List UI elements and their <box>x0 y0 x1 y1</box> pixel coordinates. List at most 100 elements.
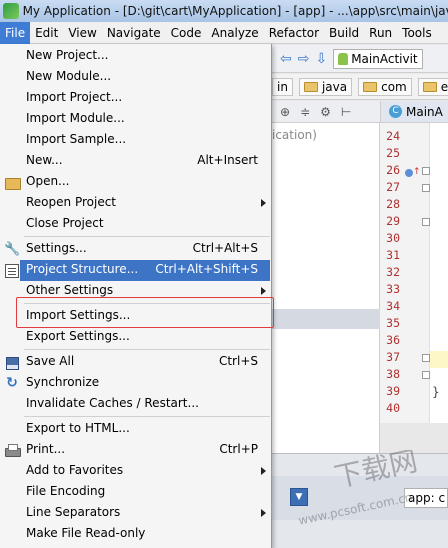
breadcrumb-label: java <box>321 79 348 94</box>
line-number: 35 <box>386 316 400 330</box>
line-number: 38 <box>386 367 400 381</box>
override-marker-icon[interactable] <box>405 169 413 177</box>
code-brace: } <box>432 385 440 399</box>
menu-item-label: Save All <box>26 354 75 368</box>
menu-file[interactable]: File <box>0 21 31 44</box>
line-number: 25 <box>386 146 400 160</box>
menu-item-save-all[interactable]: Save All Ctrl+S <box>0 352 270 373</box>
folder-open-icon <box>4 175 21 190</box>
menu-item-label: New... <box>26 153 63 167</box>
menu-view[interactable]: View <box>63 22 101 44</box>
menu-item-make-read-only[interactable]: Make File Read-only <box>0 524 270 545</box>
submenu-arrow-icon <box>261 467 266 475</box>
menu-item-label: Export to HTML... <box>26 421 130 435</box>
menu-item-export-settings[interactable]: Export Settings... <box>0 327 270 348</box>
fold-toggle-icon[interactable] <box>422 371 430 379</box>
forward-arrow-icon[interactable]: ⇨ <box>298 51 310 67</box>
menu-separator <box>24 416 270 417</box>
menu-item-close-project[interactable]: Close Project <box>0 214 270 235</box>
fold-toggle-icon[interactable] <box>422 354 430 362</box>
menu-item-synchronize[interactable]: ↻ Synchronize <box>0 373 270 394</box>
dropdown-icon[interactable]: ▼ <box>290 488 308 506</box>
line-number: 31 <box>386 248 400 262</box>
breadcrumb-item[interactable]: java <box>298 77 353 96</box>
menu-item-import-module[interactable]: Import Module... <box>0 109 270 130</box>
line-number: 27 <box>386 180 400 194</box>
menu-analyze[interactable]: Analyze <box>206 22 263 44</box>
menu-build[interactable]: Build <box>324 22 364 44</box>
callout-highlight-box <box>16 297 274 328</box>
file-menu-dropdown: New Project... New Module... Import Proj… <box>0 44 274 548</box>
run-config-select[interactable]: MainActivit <box>333 48 423 69</box>
menu-item-label: Print... <box>26 442 66 456</box>
menu-item-shortcut: Ctrl+Alt+S <box>192 241 258 255</box>
project-structure-icon <box>4 263 20 278</box>
menu-item-file-encoding[interactable]: File Encoding <box>0 482 270 503</box>
title-bar: My Application - [D:\git\cart\MyApplicat… <box>0 0 448 22</box>
line-number: 39 <box>386 384 400 398</box>
settings-icon[interactable]: ⚙ <box>320 105 331 119</box>
menu-item-add-to-favorites[interactable]: Add to Favorites <box>0 461 270 482</box>
android-studio-icon <box>3 3 19 19</box>
menu-run[interactable]: Run <box>364 22 397 44</box>
print-icon <box>4 443 21 458</box>
menu-item-settings[interactable]: 🔧 Settings... Ctrl+Alt+S <box>0 239 270 260</box>
menu-item-label: Settings... <box>26 241 87 255</box>
code-editor[interactable] <box>430 123 448 423</box>
android-icon <box>338 52 349 65</box>
menu-item-import-project[interactable]: Import Project... <box>0 88 270 109</box>
module-select[interactable]: app: c <box>404 488 448 508</box>
menu-bar: File Edit View Navigate Code Analyze Ref… <box>0 21 448 44</box>
line-number: 36 <box>386 333 400 347</box>
menu-item-label: Import Project... <box>26 90 123 104</box>
breadcrumb-item[interactable]: in <box>272 77 293 96</box>
menu-tools[interactable]: Tools <box>397 22 437 44</box>
menu-edit[interactable]: Edit <box>30 22 63 44</box>
selected-tree-row[interactable] <box>272 309 380 329</box>
menu-item-label: New Module... <box>26 69 112 83</box>
editor-tab-label[interactable]: MainA <box>406 105 443 119</box>
menu-item-new-module[interactable]: New Module... <box>0 67 270 88</box>
menu-item-import-sample[interactable]: Import Sample... <box>0 130 270 151</box>
menu-item-export-html[interactable]: Export to HTML... <box>0 419 270 440</box>
menu-refactor[interactable]: Refactor <box>264 22 324 44</box>
menu-item-label: Close Project <box>26 216 104 230</box>
menu-item-label: Invalidate Caches / Restart... <box>26 396 199 410</box>
hide-icon[interactable]: ⊢ <box>341 105 351 119</box>
fold-toggle-icon[interactable] <box>422 167 430 175</box>
collapse-icon[interactable]: ≑ <box>300 105 310 119</box>
breadcrumb: in java com exa <box>272 74 448 100</box>
breadcrumb-label: com <box>381 79 407 94</box>
fold-toggle-icon[interactable] <box>422 184 430 192</box>
folder-icon <box>422 81 437 92</box>
breadcrumb-label: in <box>277 79 288 94</box>
project-pane: ication) <box>272 123 380 453</box>
line-number: 28 <box>386 197 400 211</box>
menu-item-project-structure[interactable]: Project Structure... Ctrl+Alt+Shift+S <box>20 260 270 281</box>
menu-item-invalidate-caches[interactable]: Invalidate Caches / Restart... <box>0 394 270 415</box>
project-toolbar: ⊕ ≑ ⚙ ⊢ <box>272 101 380 123</box>
menu-item-reopen-project[interactable]: Reopen Project <box>0 193 270 214</box>
menu-item-new-project[interactable]: New Project... <box>0 46 270 67</box>
menu-item-label: Reopen Project <box>26 195 116 209</box>
menu-navigate[interactable]: Navigate <box>102 22 166 44</box>
back-arrow-icon[interactable]: ⇦ <box>280 51 292 67</box>
breadcrumb-item[interactable]: com <box>358 77 412 96</box>
menu-item-line-separators[interactable]: Line Separators <box>0 503 270 524</box>
fold-toggle-icon[interactable] <box>422 218 430 226</box>
menu-code[interactable]: Code <box>166 22 207 44</box>
menu-item-label: Make File Read-only <box>26 526 146 540</box>
menu-item-label: New Project... <box>26 48 109 62</box>
breadcrumb-item[interactable]: exa <box>417 77 448 96</box>
menu-item-label: File Encoding <box>26 484 106 498</box>
sync-target-icon[interactable]: ⊕ <box>280 105 290 119</box>
menu-item-print[interactable]: Print... Ctrl+P <box>0 440 270 461</box>
line-number: 37 <box>386 350 400 364</box>
menu-item-open[interactable]: Open... <box>0 172 270 193</box>
build-icon[interactable]: ⇩ <box>315 51 327 67</box>
menu-item-shortcut: Ctrl+Alt+Shift+S <box>155 262 258 276</box>
menu-item-new[interactable]: New... Alt+Insert <box>0 151 270 172</box>
submenu-arrow-icon <box>261 287 266 295</box>
project-structure-icon-cell <box>0 260 20 281</box>
breadcrumb-label: exa <box>440 79 448 94</box>
